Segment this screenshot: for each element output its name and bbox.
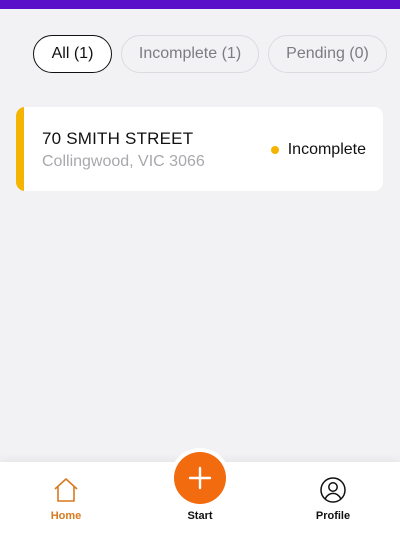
filter-chip-all[interactable]: All (1): [33, 35, 112, 73]
job-address: 70 SMITH STREET: [42, 129, 194, 148]
user-circle-icon: [320, 477, 346, 503]
tab-profile[interactable]: Profile: [293, 476, 373, 526]
start-label: Start: [187, 510, 213, 522]
status-label: Incomplete: [287, 141, 366, 158]
tab-home[interactable]: Home: [26, 476, 106, 526]
job-suburb: Collingwood, VIC 3066: [42, 153, 205, 170]
status-dot-icon: [270, 146, 279, 154]
header-bar: [0, 0, 400, 9]
home-icon: [54, 478, 78, 502]
plus-icon: [188, 466, 212, 490]
filter-chip-pending[interactable]: Pending (0): [268, 35, 387, 73]
tab-home-label: Home: [50, 510, 82, 522]
status-badge: Incomplete: [270, 141, 366, 159]
start-button[interactable]: [174, 452, 226, 504]
filter-chip-incomplete[interactable]: Incomplete (1): [121, 35, 259, 73]
tab-profile-label: Profile: [315, 510, 351, 522]
filter-chips: All (1) Incomplete (1) Pending (0): [33, 35, 400, 73]
app-screen: All (1) Incomplete (1) Pending (0) 70 SM…: [0, 0, 400, 548]
status-accent-bar: [16, 107, 24, 191]
job-card[interactable]: 70 SMITH STREET Collingwood, VIC 3066 In…: [16, 107, 383, 191]
